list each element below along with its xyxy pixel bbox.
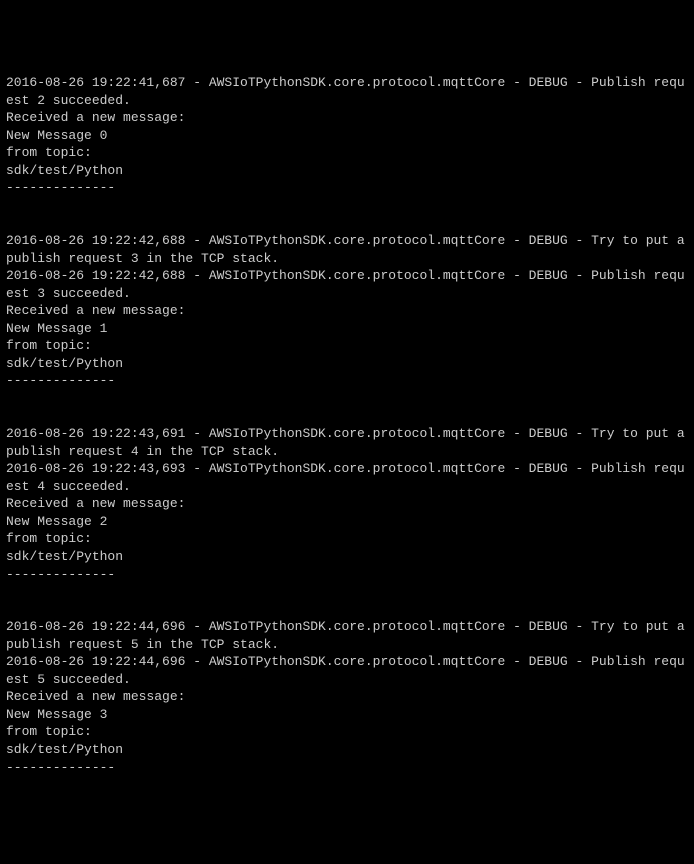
- log-line: 2016-08-26 19:22:44,696 - AWSIoTPythonSD…: [6, 653, 688, 688]
- log-line: Received a new message:: [6, 302, 688, 320]
- log-block: 2016-08-26 19:22:42,688 - AWSIoTPythonSD…: [6, 232, 688, 390]
- blank-line: [6, 390, 688, 408]
- log-line: 2016-08-26 19:22:43,693 - AWSIoTPythonSD…: [6, 460, 688, 495]
- log-line: --------------: [6, 372, 688, 390]
- log-block: 2016-08-26 19:22:44,696 - AWSIoTPythonSD…: [6, 618, 688, 776]
- log-line: New Message 2: [6, 513, 688, 531]
- blank-line: [6, 601, 688, 619]
- log-line: sdk/test/Python: [6, 162, 688, 180]
- log-line: from topic:: [6, 337, 688, 355]
- blank-line: [6, 215, 688, 233]
- blank-line: [6, 197, 688, 215]
- log-line: 2016-08-26 19:22:42,688 - AWSIoTPythonSD…: [6, 232, 688, 267]
- log-line: sdk/test/Python: [6, 548, 688, 566]
- blank-line: [6, 408, 688, 426]
- log-line: --------------: [6, 759, 688, 777]
- log-line: from topic:: [6, 723, 688, 741]
- log-line: 2016-08-26 19:22:43,691 - AWSIoTPythonSD…: [6, 425, 688, 460]
- log-line: 2016-08-26 19:22:42,688 - AWSIoTPythonSD…: [6, 267, 688, 302]
- log-line: --------------: [6, 179, 688, 197]
- log-line: New Message 0: [6, 127, 688, 145]
- log-line: from topic:: [6, 144, 688, 162]
- blank-line: [6, 583, 688, 601]
- log-line: 2016-08-26 19:22:41,687 - AWSIoTPythonSD…: [6, 74, 688, 109]
- log-block: 2016-08-26 19:22:41,687 - AWSIoTPythonSD…: [6, 74, 688, 197]
- log-line: New Message 1: [6, 320, 688, 338]
- log-line: Received a new message:: [6, 109, 688, 127]
- log-line: 2016-08-26 19:22:44,696 - AWSIoTPythonSD…: [6, 618, 688, 653]
- log-line: Received a new message:: [6, 688, 688, 706]
- log-line: Received a new message:: [6, 495, 688, 513]
- terminal-output[interactable]: 2016-08-26 19:22:41,687 - AWSIoTPythonSD…: [6, 74, 688, 776]
- log-block: 2016-08-26 19:22:43,691 - AWSIoTPythonSD…: [6, 425, 688, 583]
- log-line: sdk/test/Python: [6, 741, 688, 759]
- log-line: New Message 3: [6, 706, 688, 724]
- log-line: from topic:: [6, 530, 688, 548]
- log-line: --------------: [6, 566, 688, 584]
- log-line: sdk/test/Python: [6, 355, 688, 373]
